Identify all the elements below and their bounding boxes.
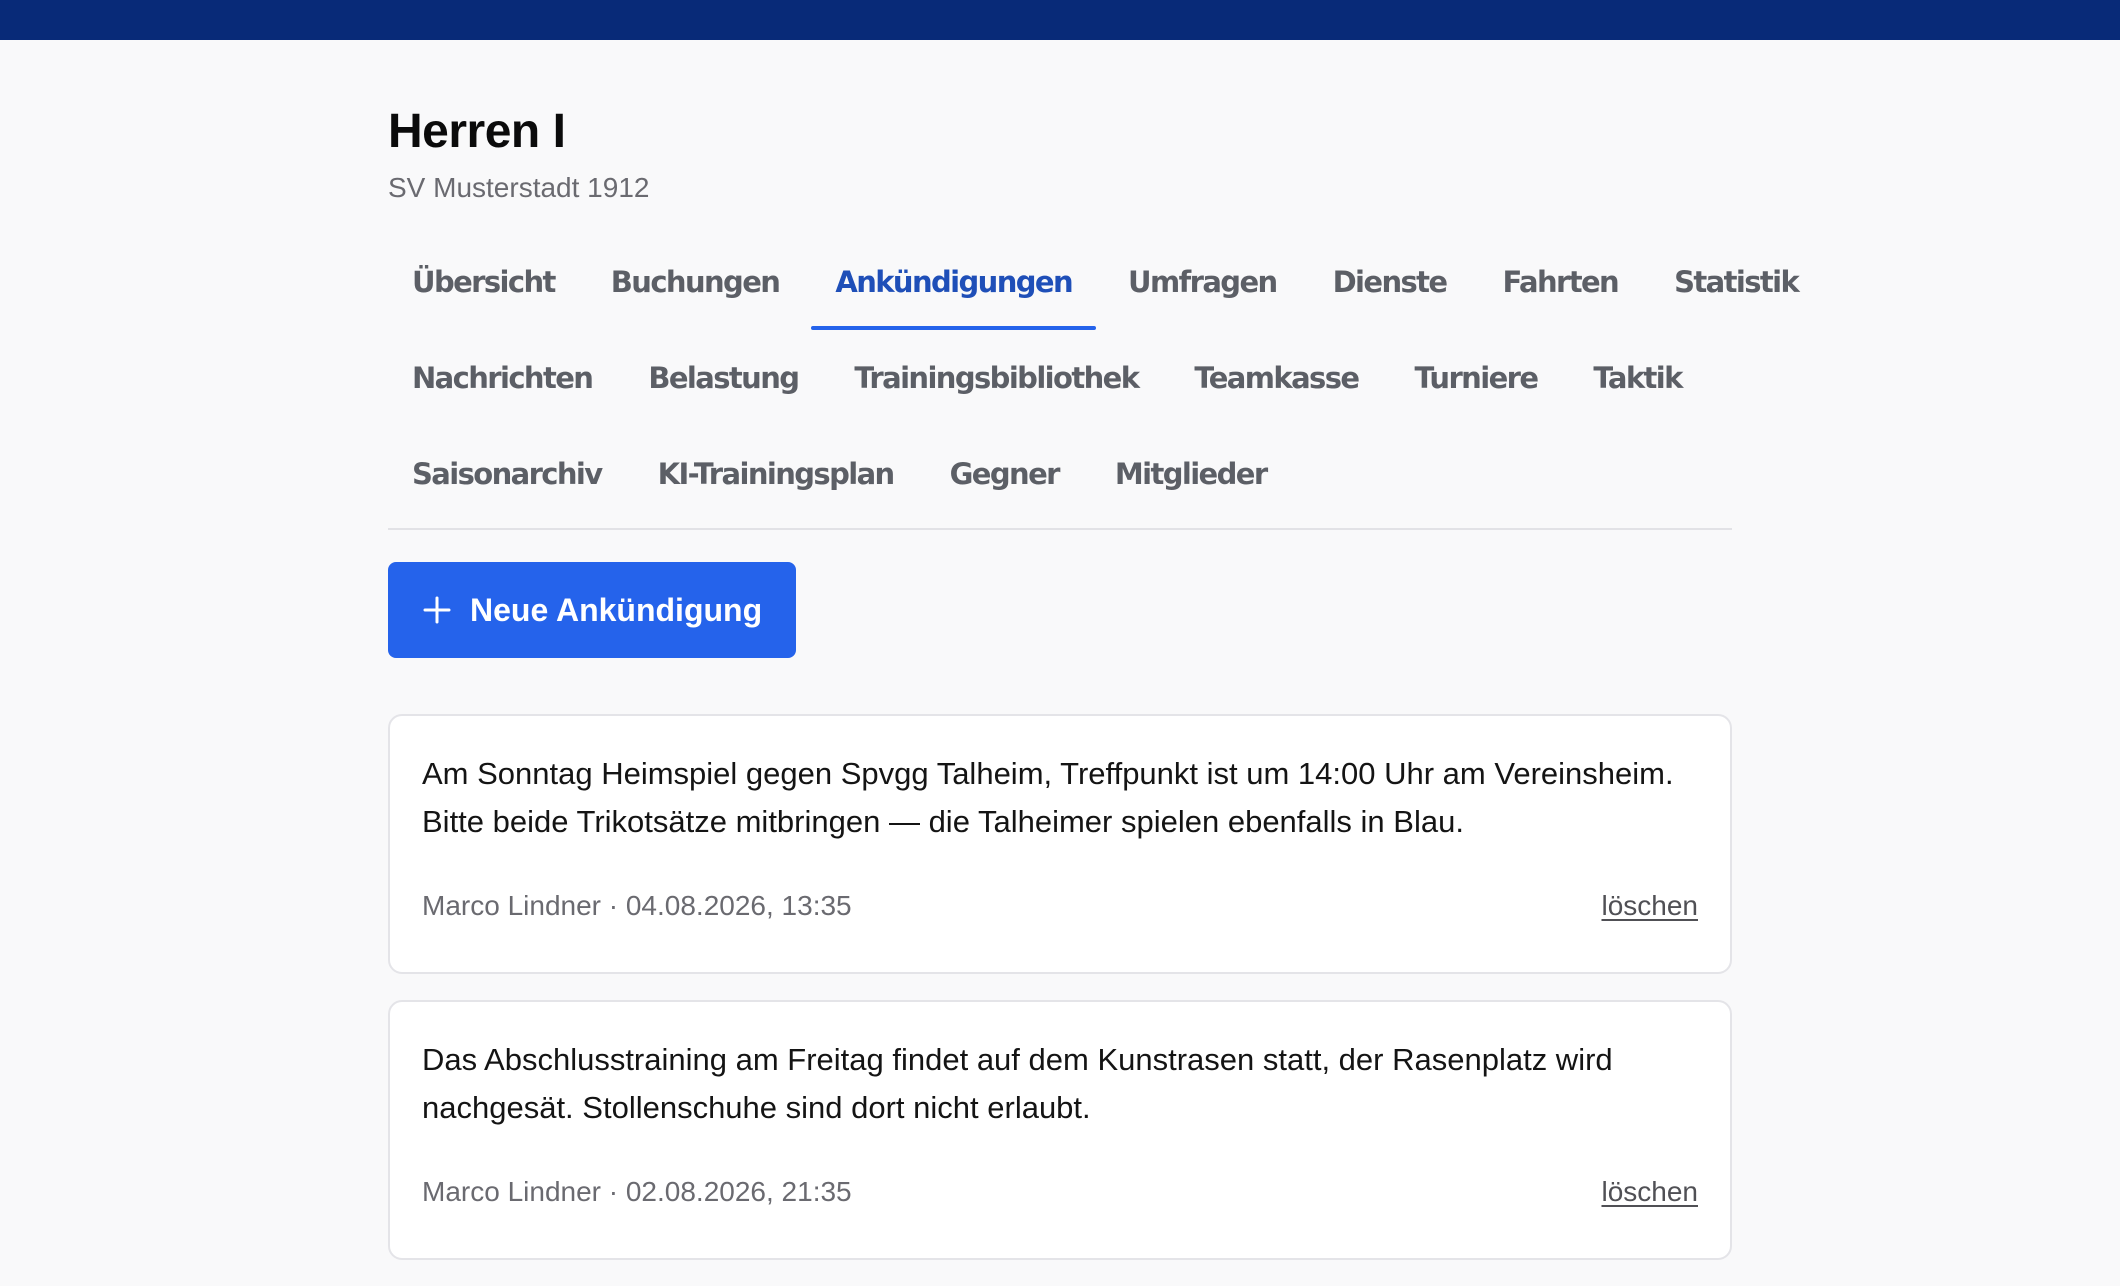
- tab-mitglieder[interactable]: Mitglieder: [1091, 426, 1291, 522]
- tab-turniere[interactable]: Turniere: [1390, 330, 1561, 426]
- main-content: Herren I SV Musterstadt 1912 Übersicht B…: [388, 40, 1800, 1286]
- tab-nachrichten[interactable]: Nachrichten: [388, 330, 616, 426]
- tab-row-2: Nachrichten Belastung Trainingsbibliothe…: [388, 330, 1732, 426]
- announcement-text: Am Sonntag Heimspiel gegen Spvgg Talheim…: [422, 756, 1674, 840]
- tab-ki-trainingsplan[interactable]: KI-Trainingsplan: [634, 426, 918, 522]
- announcement-meta-row: Marco Lindner · 04.08.2026, 13:35 lösche…: [422, 890, 1698, 922]
- new-announcement-label: Neue Ankündigung: [470, 591, 763, 628]
- tab-umfragen[interactable]: Umfragen: [1104, 234, 1301, 330]
- tab-buchungen[interactable]: Buchungen: [587, 234, 804, 330]
- plus-icon: [423, 596, 451, 624]
- tab-trainingsbibliothek[interactable]: Trainingsbibliothek: [830, 330, 1162, 426]
- tab-navigation: Übersicht Buchungen Ankündigungen Umfrag…: [388, 234, 1800, 531]
- top-navigation-bar: [0, 0, 2120, 40]
- tab-teamkasse[interactable]: Teamkasse: [1170, 330, 1382, 426]
- announcement-list: Am Sonntag Heimspiel gegen Spvgg Talheim…: [388, 714, 1732, 1261]
- tab-row-1: Übersicht Buchungen Ankündigungen Umfrag…: [388, 234, 1800, 331]
- club-subtitle: SV Musterstadt 1912: [388, 171, 650, 203]
- announcement-author-date: Marco Lindner · 02.08.2026, 21:35: [422, 1176, 852, 1208]
- announcement-card: Am Sonntag Heimspiel gegen Spvgg Talheim…: [388, 714, 1732, 975]
- tab-gegner[interactable]: Gegner: [926, 426, 1083, 522]
- tab-statistik[interactable]: Statistik: [1650, 234, 1822, 330]
- tab-row-3: Saisonarchiv KI-Trainingsplan Gegner Mit…: [388, 426, 1732, 522]
- tab-saisonarchiv[interactable]: Saisonarchiv: [388, 426, 626, 522]
- tab-belastung[interactable]: Belastung: [624, 330, 822, 426]
- delete-announcement-link[interactable]: löschen: [1601, 890, 1698, 922]
- tab-ankuendigungen[interactable]: Ankündigungen: [811, 234, 1096, 331]
- page-title: Herren I: [388, 105, 566, 158]
- announcement-card: Das Abschlusstraining am Freitag findet …: [388, 1000, 1732, 1261]
- delete-announcement-link[interactable]: löschen: [1601, 1176, 1698, 1208]
- tab-taktik[interactable]: Taktik: [1569, 330, 1705, 426]
- tab-dienste[interactable]: Dienste: [1309, 234, 1471, 330]
- announcement-text: Das Abschlusstraining am Freitag findet …: [422, 1042, 1613, 1126]
- new-announcement-button[interactable]: Neue Ankündigung: [388, 562, 797, 659]
- tab-uebersicht[interactable]: Übersicht: [388, 234, 579, 330]
- announcement-meta-row: Marco Lindner · 02.08.2026, 21:35 lösche…: [422, 1176, 1698, 1208]
- tab-fahrten[interactable]: Fahrten: [1479, 234, 1643, 330]
- announcement-author-date: Marco Lindner · 04.08.2026, 13:35: [422, 890, 852, 922]
